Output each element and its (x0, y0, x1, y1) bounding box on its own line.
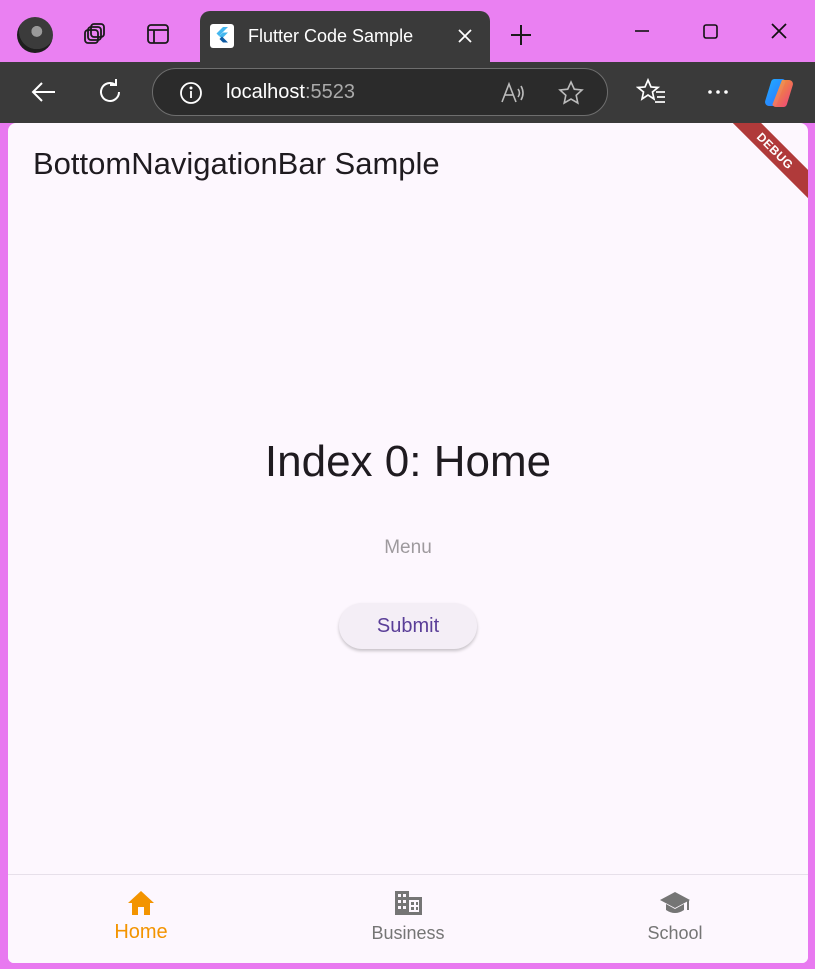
debug-banner: DEBUG (726, 123, 808, 200)
bottom-navigation-bar: Home Business School (8, 874, 808, 963)
browser-toolbar: localhost:5523 (0, 62, 815, 123)
more-menu-icon[interactable] (702, 76, 734, 108)
favorites-icon[interactable] (635, 76, 668, 108)
address-bar[interactable]: localhost:5523 (152, 68, 608, 116)
close-window-icon[interactable] (762, 14, 796, 48)
school-icon (660, 892, 690, 913)
site-info-icon[interactable] (178, 80, 204, 111)
nav-label-business: Business (371, 923, 445, 943)
menu-text: Menu (384, 537, 432, 558)
nav-label-home: Home (114, 921, 168, 943)
read-aloud-icon[interactable] (499, 80, 527, 111)
workspaces-icon[interactable] (79, 18, 111, 50)
selected-index-text: Index 0: Home (264, 437, 552, 486)
browser-titlebar: Flutter Code Sample (0, 0, 815, 62)
new-tab-icon[interactable] (507, 21, 535, 49)
tab-title: Flutter Code Sample (248, 26, 414, 46)
profile-avatar[interactable] (17, 17, 53, 53)
nav-label-school: School (647, 923, 703, 943)
refresh-icon[interactable] (94, 76, 126, 108)
vertical-tabs-icon[interactable] (142, 18, 174, 50)
browser-tab[interactable]: Flutter Code Sample (200, 11, 490, 62)
tab-close-icon[interactable] (454, 25, 476, 47)
copilot-icon[interactable] (762, 76, 794, 108)
minimize-icon[interactable] (625, 14, 659, 48)
url-text: localhost:5523 (226, 81, 355, 103)
nav-item-school[interactable]: School (605, 887, 745, 957)
submit-button[interactable]: Submit (339, 603, 477, 649)
home-icon (128, 891, 154, 915)
page-title: BottomNavigationBar Sample (33, 146, 440, 181)
back-icon[interactable] (28, 76, 60, 108)
favorite-star-icon[interactable] (558, 80, 584, 111)
nav-item-business[interactable]: Business (338, 887, 478, 957)
maximize-icon[interactable] (693, 14, 727, 48)
business-icon (395, 891, 422, 915)
app-viewport: BottomNavigationBar Sample DEBUG Index 0… (8, 123, 808, 963)
flutter-logo-icon (210, 24, 234, 48)
nav-item-home[interactable]: Home (71, 887, 211, 957)
